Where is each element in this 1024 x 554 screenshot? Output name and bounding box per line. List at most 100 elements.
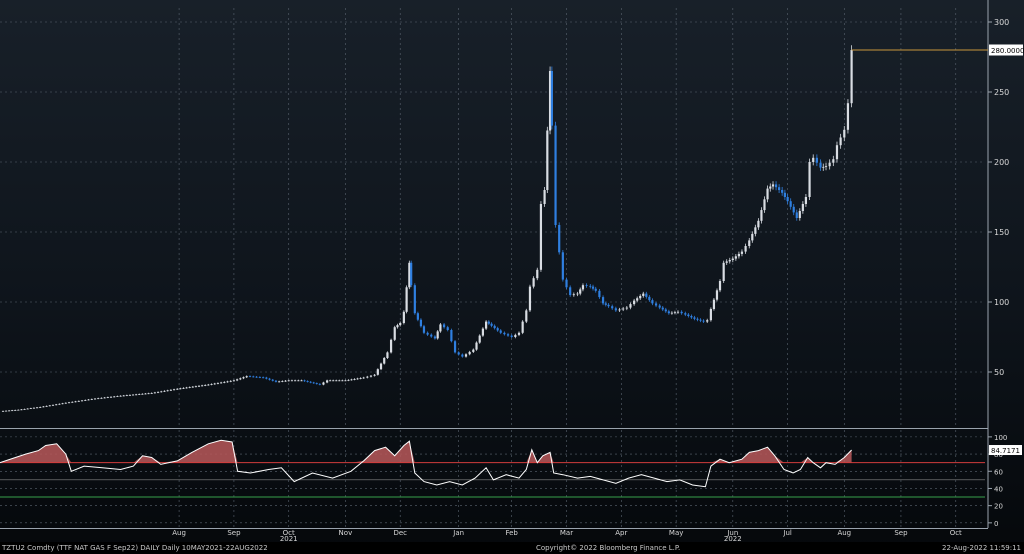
price-candle [265, 377, 268, 379]
x-axis-month-label: Nov [339, 529, 353, 537]
price-candle [731, 258, 734, 260]
price-candle [843, 129, 846, 138]
price-candle [422, 326, 426, 333]
price-candle [481, 328, 485, 336]
price-candle [622, 308, 625, 310]
price-candle [103, 397, 106, 399]
price-candle [4, 410, 8, 412]
price-candle [702, 320, 705, 322]
price-candle [284, 380, 287, 382]
price-candle [8, 410, 11, 412]
price-candle [795, 212, 798, 218]
price-candle [693, 317, 696, 319]
price-candle [642, 293, 645, 296]
price-candle [141, 393, 144, 395]
price-candle [416, 313, 419, 320]
price-candle [51, 404, 55, 406]
price-candle [239, 378, 242, 380]
price-candle [633, 300, 636, 305]
price-candle [84, 400, 87, 401]
price-candle [191, 386, 194, 388]
price-candle [801, 204, 804, 211]
y-axis-tick-label: 60 [994, 468, 1003, 476]
price-candle [536, 269, 539, 279]
price-candle [90, 399, 93, 400]
price-candle [223, 381, 226, 383]
price-candle [670, 312, 673, 314]
price-candle [93, 398, 97, 400]
price-candle [737, 253, 741, 257]
price-candle [326, 380, 329, 383]
price-candle [379, 363, 383, 370]
price-candle [144, 393, 147, 395]
price-candle [242, 377, 245, 379]
price-candle [67, 402, 71, 404]
price-candle [258, 377, 261, 378]
price-candle [517, 332, 521, 335]
price-candle [636, 298, 639, 301]
price-candle [11, 410, 14, 412]
price-candle [757, 220, 760, 228]
price-candle [804, 197, 808, 204]
price-candle [503, 332, 506, 335]
price-candle [236, 379, 239, 381]
price-candle [213, 383, 216, 385]
price-candle [344, 380, 347, 382]
price-candle [166, 390, 169, 392]
price-candle [786, 197, 789, 202]
price-candle [207, 384, 210, 386]
price-candle [828, 162, 831, 167]
price-candle [648, 296, 651, 301]
price-candle [550, 71, 553, 126]
x-axis-month-label: Sep [227, 529, 241, 537]
price-candle [341, 380, 344, 382]
price-candle [450, 330, 453, 342]
price-candle [839, 137, 842, 146]
price-candle [487, 321, 490, 324]
price-candle [718, 281, 722, 291]
price-candle [274, 380, 278, 382]
price-candle [226, 381, 229, 383]
x-axis-month-label: Feb [505, 529, 518, 537]
price-candle [315, 383, 318, 384]
price-candle [558, 225, 561, 253]
price-candle [20, 409, 23, 411]
price-candle [722, 262, 725, 281]
price-candle [393, 327, 396, 340]
price-candle [740, 251, 744, 254]
price-candle [45, 405, 48, 407]
y-axis-tick-label: 40 [994, 485, 1003, 493]
price-candle [754, 227, 757, 234]
price-candle [150, 393, 153, 394]
price-candle [176, 388, 179, 390]
price-candle [490, 323, 493, 326]
status-footer: TZTU2 Comdty (TTF NAT GAS F Sep22) DAILY… [0, 542, 1024, 554]
price-candle [185, 387, 188, 389]
price-candle [554, 125, 557, 225]
price-candle [135, 394, 138, 396]
price-candle [278, 381, 281, 383]
price-candle [113, 396, 116, 398]
price-candle [271, 379, 274, 381]
price-candle [766, 188, 769, 200]
price-candle [347, 379, 350, 381]
price-candle [426, 332, 429, 335]
price-candle [179, 388, 182, 390]
price-candle [581, 285, 585, 290]
price-candle [160, 391, 163, 393]
price-candle [543, 190, 546, 204]
price-candle [514, 334, 517, 337]
price-candle [220, 382, 223, 384]
x-axis-month-label: Sep [894, 529, 908, 537]
price-candle [846, 103, 850, 130]
price-candle [618, 309, 621, 311]
price-candle [625, 307, 628, 309]
price-candle [525, 310, 528, 322]
price-candle [690, 316, 693, 318]
price-candle [229, 380, 232, 382]
price-candle [64, 402, 67, 404]
x-axis-month-label: Jan [452, 529, 464, 537]
price-candle [329, 380, 332, 382]
price-candle [353, 379, 356, 380]
footer-security-label: TZTU2 Comdty (TTF NAT GAS F Sep22) DAILY… [2, 544, 268, 552]
